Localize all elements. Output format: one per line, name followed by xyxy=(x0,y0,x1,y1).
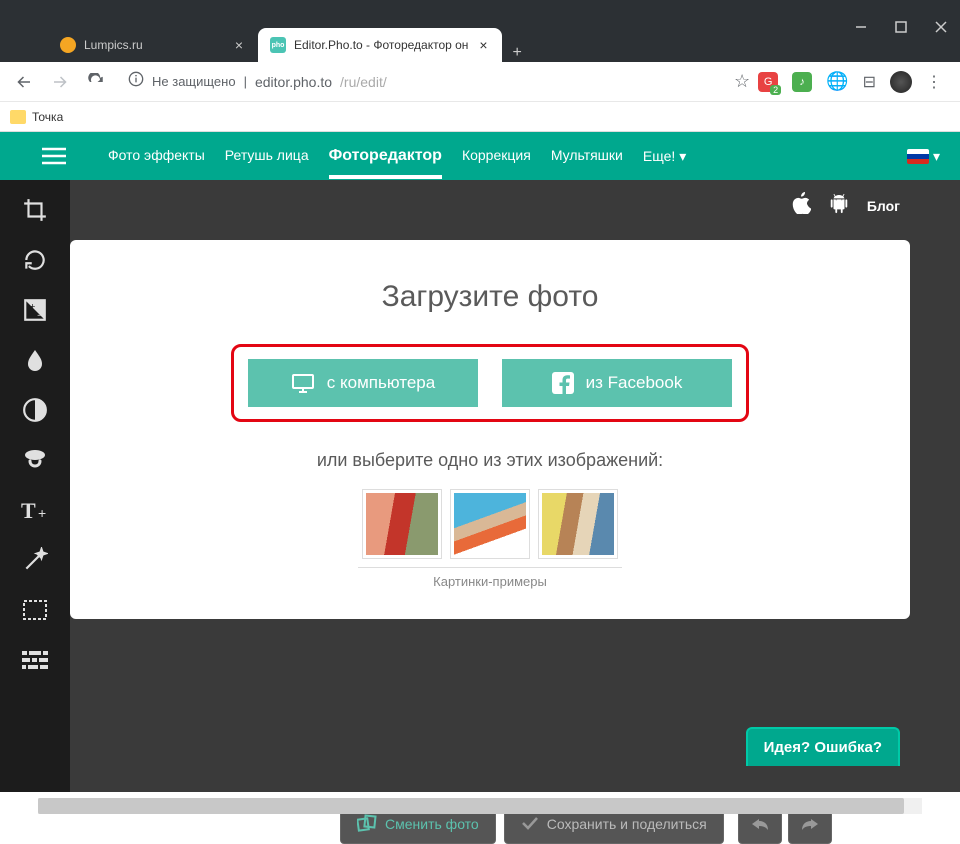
crop-tool-icon[interactable] xyxy=(13,192,57,228)
workspace: Загрузите фото с компьютера из Facebook … xyxy=(70,180,930,690)
browser-tab-editor[interactable]: pho Editor.Pho.to - Фоторедактор он × xyxy=(258,28,502,62)
close-icon[interactable]: × xyxy=(476,38,490,52)
bookmark-label[interactable]: Точка xyxy=(32,110,63,124)
toolbar-extensions: G ♪ 🌐 ⊟ ⋮ xyxy=(758,71,950,93)
browser-tabs: Lumpics.ru × pho Editor.Pho.to - Фоторед… xyxy=(0,0,960,62)
svg-text:T: T xyxy=(21,498,36,522)
upload-panel: Загрузите фото с компьютера из Facebook … xyxy=(70,240,910,619)
checkmark-icon xyxy=(521,816,539,833)
scrollbar-thumb[interactable] xyxy=(38,798,904,814)
svg-text:+: + xyxy=(30,302,36,313)
address-bar[interactable]: Не защищено | editor.pho.to/ru/edit/ xyxy=(118,67,726,97)
tab-title: Lumpics.ru xyxy=(84,38,224,52)
star-icon[interactable]: ☆ xyxy=(734,71,750,92)
sample-image-1[interactable] xyxy=(362,489,442,559)
facebook-icon xyxy=(552,372,574,394)
flag-ru-icon xyxy=(907,149,929,164)
hamburger-icon[interactable] xyxy=(30,147,78,165)
tab-title: Editor.Pho.to - Фоторедактор он xyxy=(294,38,468,52)
exposure-tool-icon[interactable]: +− xyxy=(13,292,57,328)
minimize-icon[interactable] xyxy=(852,18,870,36)
rotate-tool-icon[interactable] xyxy=(13,242,57,278)
sticker-tool-icon[interactable] xyxy=(13,442,57,478)
language-selector[interactable]: ▾ xyxy=(907,148,940,165)
nav-editor[interactable]: Фоторедактор xyxy=(329,133,442,179)
monitor-icon xyxy=(291,373,315,393)
browser-tab-lumpics[interactable]: Lumpics.ru × xyxy=(48,28,258,62)
svg-text:−: − xyxy=(37,311,43,322)
upload-from-facebook-button[interactable]: из Facebook xyxy=(502,359,732,407)
save-share-label: Сохранить и поделиться xyxy=(547,816,707,832)
nav-cartoons[interactable]: Мультяшки xyxy=(551,133,623,179)
upload-from-computer-button[interactable]: с компьютера xyxy=(248,359,478,407)
or-choose-text: или выберите одно из этих изображений: xyxy=(100,450,880,471)
sample-image-3[interactable] xyxy=(538,489,618,559)
contrast-tool-icon[interactable] xyxy=(13,392,57,428)
upload-computer-label: с компьютера xyxy=(327,373,435,393)
magic-tool-icon[interactable] xyxy=(13,542,57,578)
nav-items: Фото эффекты Ретушь лица Фоторедактор Ко… xyxy=(108,133,907,179)
site-navigation: Фото эффекты Ретушь лица Фоторедактор Ко… xyxy=(0,132,960,180)
tools-sidebar: +− T+ xyxy=(0,180,70,792)
tab-favicon-icon: pho xyxy=(270,37,286,53)
nav-more-dropdown[interactable]: Еще! ▾ xyxy=(643,133,686,179)
svg-text:+: + xyxy=(38,505,46,521)
pattern-tool-icon[interactable] xyxy=(13,642,57,678)
nav-retouch[interactable]: Ретушь лица xyxy=(225,133,309,179)
swap-photo-icon xyxy=(357,814,377,835)
forward-button[interactable] xyxy=(46,68,74,96)
frame-tool-icon[interactable] xyxy=(13,592,57,628)
nav-correction[interactable]: Коррекция xyxy=(462,133,531,179)
nav-foto-effects[interactable]: Фото эффекты xyxy=(108,133,205,179)
back-button[interactable] xyxy=(10,68,38,96)
close-window-icon[interactable] xyxy=(932,18,950,36)
url-host: editor.pho.to xyxy=(255,74,332,90)
browser-titlebar: Lumpics.ru × pho Editor.Pho.to - Фоторед… xyxy=(0,0,960,62)
chevron-down-icon: ▾ xyxy=(679,148,686,165)
page-content: Фото эффекты Ретушь лица Фоторедактор Ко… xyxy=(0,132,960,792)
bookmarks-bar: Точка xyxy=(0,102,960,132)
reader-icon[interactable]: ⊟ xyxy=(863,72,876,92)
translate-icon[interactable]: 🌐 xyxy=(826,71,848,92)
samples-caption: Картинки-примеры xyxy=(358,567,622,589)
reload-button[interactable] xyxy=(82,68,110,96)
info-icon xyxy=(128,71,144,92)
menu-icon[interactable]: ⋮ xyxy=(926,72,942,92)
tab-favicon-icon xyxy=(60,37,76,53)
new-tab-button[interactable]: + xyxy=(502,44,531,62)
profile-avatar[interactable] xyxy=(890,71,912,93)
bookmark-folder-icon[interactable] xyxy=(10,110,26,124)
annotation-highlight: с компьютера из Facebook xyxy=(231,344,749,422)
sample-images xyxy=(100,489,880,559)
upload-title: Загрузите фото xyxy=(100,280,880,314)
browser-toolbar: Не защищено | editor.pho.to/ru/edit/ ☆ G… xyxy=(0,62,960,102)
window-controls xyxy=(852,18,950,36)
maximize-icon[interactable] xyxy=(892,18,910,36)
feedback-button[interactable]: Идея? Ошибка? xyxy=(746,727,900,766)
chevron-down-icon: ▾ xyxy=(933,148,940,165)
horizontal-scrollbar[interactable] xyxy=(38,798,922,814)
security-label: Не защищено xyxy=(152,74,236,89)
text-tool-icon[interactable]: T+ xyxy=(13,492,57,528)
extension-music-icon[interactable]: ♪ xyxy=(792,72,812,92)
sample-image-2[interactable] xyxy=(450,489,530,559)
extension-icon[interactable]: G xyxy=(758,72,778,92)
color-drop-tool-icon[interactable] xyxy=(13,342,57,378)
upload-facebook-label: из Facebook xyxy=(586,373,683,393)
close-icon[interactable]: × xyxy=(232,38,246,52)
url-path: /ru/edit/ xyxy=(340,74,387,90)
change-photo-label: Сменить фото xyxy=(385,816,479,832)
